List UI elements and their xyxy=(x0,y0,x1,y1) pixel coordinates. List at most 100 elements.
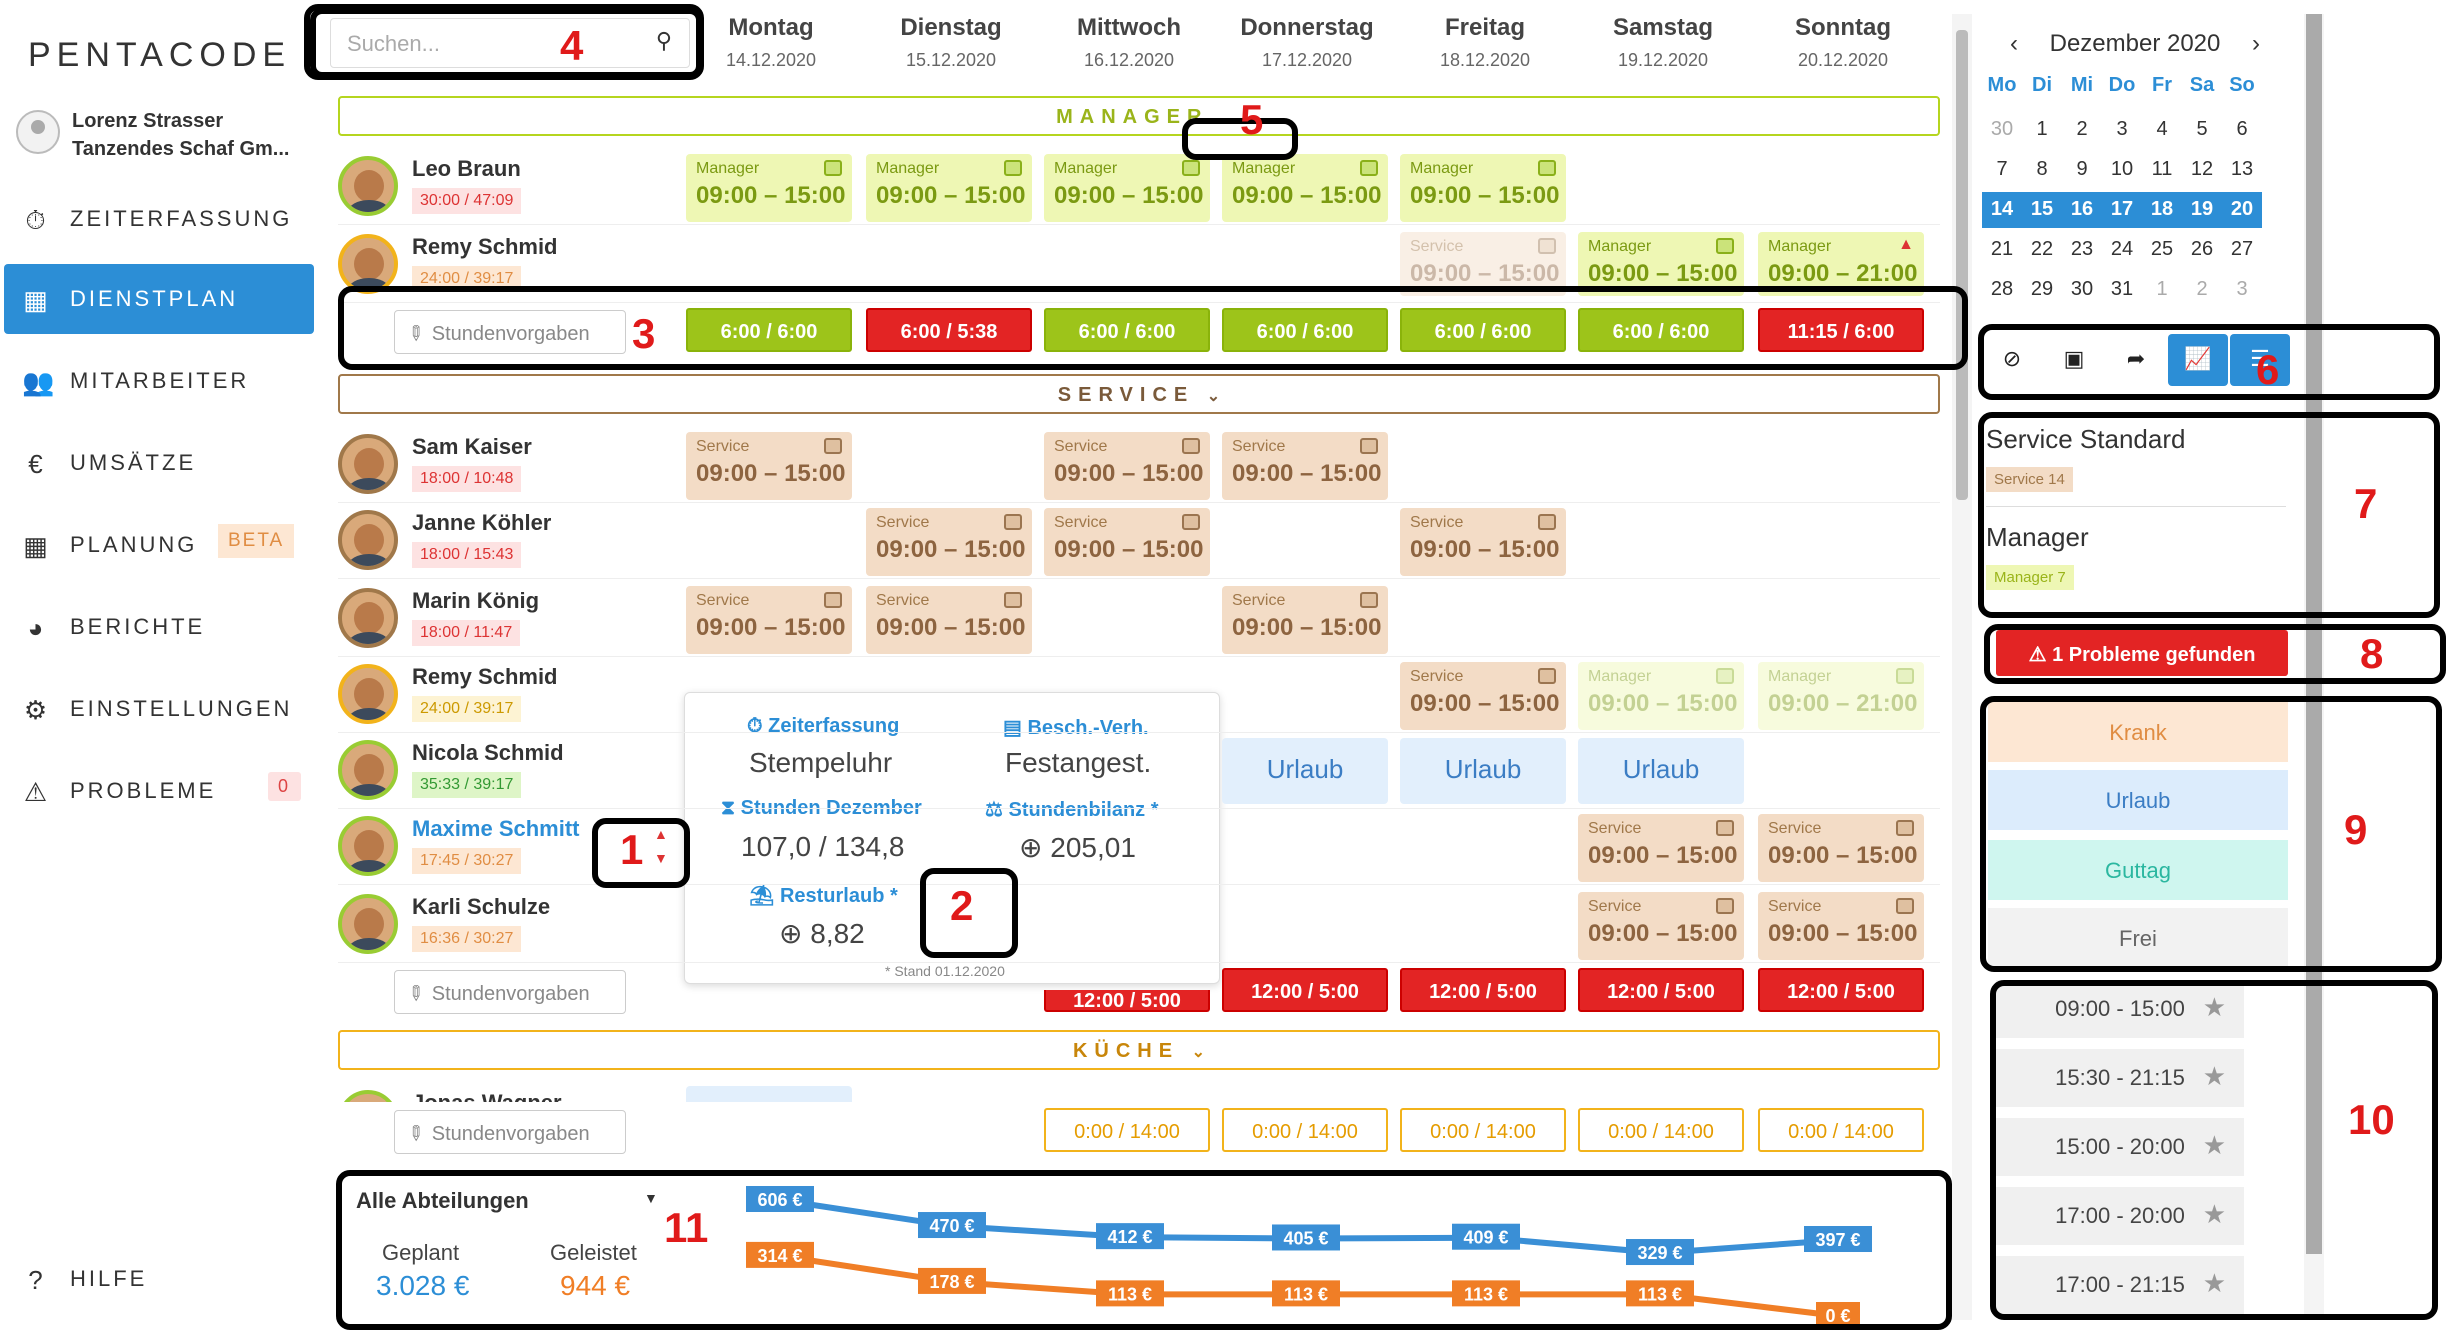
service-shift[interactable]: Service 09:00 – 15:00 xyxy=(1400,662,1566,730)
nav-probleme[interactable]: ⚠ PROBLEME 0 xyxy=(4,756,314,826)
employee-row[interactable]: Marin König 18:00 / 11:47 xyxy=(338,582,678,656)
service-shift[interactable]: Service 09:00 – 15:00 xyxy=(1222,586,1388,654)
calendar-day[interactable]: 19 xyxy=(2182,192,2222,228)
service-shift[interactable]: Service 09:00 – 15:00 xyxy=(686,432,852,500)
calendar-day[interactable]: 12 xyxy=(2182,152,2222,188)
calendar-day[interactable]: 3 xyxy=(2222,272,2262,308)
calendar-day[interactable]: 7 xyxy=(1982,152,2022,188)
calendar-day[interactable]: 13 xyxy=(2222,152,2262,188)
employee-row[interactable]: Sam Kaiser 18:00 / 10:48 xyxy=(338,428,678,502)
calendar-day[interactable]: 28 xyxy=(1982,272,2022,308)
stepper-icon[interactable]: ▲ ▼ xyxy=(654,822,668,870)
employee-name[interactable]: Remy Schmid xyxy=(412,664,558,690)
vacation-cell[interactable]: Urlaub xyxy=(1222,738,1388,804)
user-profile[interactable]: Lorenz Strasser Tanzendes Schaf Gm... xyxy=(12,100,312,166)
schedule-scrollbar[interactable] xyxy=(1952,14,1972,1320)
manager-shift[interactable]: Manager 09:00 – 15:00 xyxy=(866,154,1032,222)
service-shift[interactable]: Service 09:00 – 15:00 xyxy=(1578,892,1744,960)
nav-zeiterfassung[interactable]: ⏱ ZEITERFASSUNG xyxy=(4,184,314,254)
day-total[interactable]: 12:00 / 5:00 xyxy=(1758,968,1924,1012)
calendar-day[interactable]: 5 xyxy=(2182,112,2222,148)
day-total[interactable]: 12:00 / 5:00 xyxy=(1400,968,1566,1012)
calendar-day[interactable]: 31 xyxy=(2102,272,2142,308)
employee-name[interactable]: Jonas Wagner xyxy=(412,1090,562,1102)
service-shift[interactable]: Service 09:00 – 15:00 xyxy=(866,586,1032,654)
dept-manager-header[interactable]: MANAGER⌄ xyxy=(338,96,1940,136)
service-shift[interactable]: Service 09:00 – 15:00 xyxy=(1044,432,1210,500)
calendar-day[interactable]: 3 xyxy=(2102,112,2142,148)
calendar-day[interactable]: 1 xyxy=(2142,272,2182,308)
day-total[interactable]: 12:00 / 5:00 xyxy=(1578,968,1744,1012)
service-shift[interactable]: Service 09:00 – 15:00 xyxy=(686,586,852,654)
calendar-day[interactable]: 1 xyxy=(2022,112,2062,148)
calendar-day[interactable]: 4 xyxy=(2142,112,2182,148)
nav-berichte[interactable]: ◕ BERICHTE xyxy=(4,592,314,662)
employee-row[interactable]: Janne Köhler 18:00 / 15:43 xyxy=(338,504,678,578)
calendar-day[interactable]: 30 xyxy=(1982,112,2022,148)
employee-row[interactable]: Leo Braun 30:00 / 47:09 xyxy=(338,150,678,224)
day-total[interactable]: 0:00 / 14:00 xyxy=(1578,1108,1744,1152)
calendar-day[interactable]: 25 xyxy=(2142,232,2182,268)
chevron-down-icon[interactable]: ⌄ xyxy=(1192,1044,1205,1061)
calendar-day[interactable]: 17 xyxy=(2102,192,2142,228)
calendar-day[interactable]: 27 xyxy=(2222,232,2262,268)
nav-mitarbeiter[interactable]: 👥 MITARBEITER xyxy=(4,346,314,416)
manager-shift[interactable]: Manager 09:00 – 15:00 xyxy=(1044,154,1210,222)
manager-shift[interactable]: Manager 09:00 – 21:00 xyxy=(1758,662,1924,730)
calendar-day[interactable]: 15 xyxy=(2022,192,2062,228)
calendar-day[interactable]: 18 xyxy=(2142,192,2182,228)
employee-name[interactable]: Janne Köhler xyxy=(412,510,551,536)
calendar-day[interactable]: 14 xyxy=(1982,192,2022,228)
dept-service-header[interactable]: SERVICE ⌄ xyxy=(338,374,1940,414)
service-shift[interactable]: Service 09:00 – 15:00 xyxy=(1400,508,1566,576)
calendar-day[interactable]: 29 xyxy=(2022,272,2062,308)
employee-row[interactable]: Nicola Schmid 35:33 / 39:17 xyxy=(338,734,678,808)
calendar-day[interactable]: 24 xyxy=(2102,232,2142,268)
calendar-day[interactable]: 23 xyxy=(2062,232,2102,268)
vacation-cell[interactable]: Urlaub xyxy=(1400,738,1566,804)
service-shift[interactable]: Service 09:00 – 15:00 xyxy=(1758,892,1924,960)
employee-row[interactable]: Jonas Wagner xyxy=(338,1082,678,1102)
nav-dienstplan[interactable]: ▦ DIENSTPLAN xyxy=(4,264,314,334)
day-total[interactable]: 0:00 / 14:00 xyxy=(1758,1108,1924,1152)
calendar-day[interactable]: 21 xyxy=(1982,232,2022,268)
day-total[interactable]: 0:00 / 14:00 xyxy=(1400,1108,1566,1152)
next-month-icon[interactable]: › xyxy=(2252,30,2260,58)
dept-kueche-header[interactable]: KÜCHE ⌄ xyxy=(338,1030,1940,1070)
nav-hilfe[interactable]: ? HILFE xyxy=(4,1244,314,1314)
calendar-day[interactable]: 16 xyxy=(2062,192,2102,228)
service-shift[interactable]: Service 09:00 – 15:00 xyxy=(1758,814,1924,882)
service-shift[interactable]: Service 09:00 – 15:00 xyxy=(1044,508,1210,576)
stundenvorgaben-button[interactable]: ✎ Stundenvorgaben xyxy=(394,1110,626,1154)
manager-shift[interactable]: Manager 09:00 – 15:00 xyxy=(686,154,852,222)
calendar-day[interactable]: 30 xyxy=(2062,272,2102,308)
chevron-down-icon[interactable]: ⌄ xyxy=(1207,388,1220,405)
stundenvorgaben-button[interactable]: ✎ Stundenvorgaben xyxy=(394,970,626,1014)
scrollbar-thumb[interactable] xyxy=(1956,30,1968,500)
employee-row[interactable]: Remy Schmid 24:00 / 39:17 xyxy=(338,658,678,732)
employee-name[interactable]: Karli Schulze xyxy=(412,894,550,920)
vacation-cell[interactable] xyxy=(686,1086,852,1102)
calendar-day[interactable]: 6 xyxy=(2222,112,2262,148)
calendar-day[interactable]: 20 xyxy=(2222,192,2262,228)
calendar-day[interactable]: 2 xyxy=(2062,112,2102,148)
day-total[interactable]: 0:00 / 14:00 xyxy=(1222,1108,1388,1152)
employee-name[interactable]: Remy Schmid xyxy=(412,234,558,260)
calendar-day[interactable]: 9 xyxy=(2062,152,2102,188)
employee-name[interactable]: Maxime Schmitt xyxy=(412,816,580,842)
manager-shift[interactable]: Manager 09:00 – 15:00 xyxy=(1578,662,1744,730)
nav-planung[interactable]: ▦ PLANUNG BETA xyxy=(4,510,314,580)
day-total[interactable]: 12:00 / 5:00 xyxy=(1222,968,1388,1012)
calendar-day[interactable]: 26 xyxy=(2182,232,2222,268)
manager-shift[interactable]: Manager 09:00 – 15:00 xyxy=(1222,154,1388,222)
vacation-cell[interactable]: Urlaub xyxy=(1578,738,1744,804)
nav-einstellungen[interactable]: ⚙ EINSTELLUNGEN xyxy=(4,674,314,744)
day-total[interactable]: 0:00 / 14:00 xyxy=(1044,1108,1210,1152)
day-total[interactable]: 12:00 / 5:00 xyxy=(1044,990,1210,1012)
service-shift[interactable]: Service 09:00 – 15:00 xyxy=(1578,814,1744,882)
nav-umsaetze[interactable]: € UMSÄTZE xyxy=(4,428,314,498)
calendar-day[interactable]: 2 xyxy=(2182,272,2222,308)
service-shift[interactable]: Service 09:00 – 15:00 xyxy=(866,508,1032,576)
calendar-day[interactable]: 10 xyxy=(2102,152,2142,188)
employee-name[interactable]: Leo Braun xyxy=(412,156,521,182)
